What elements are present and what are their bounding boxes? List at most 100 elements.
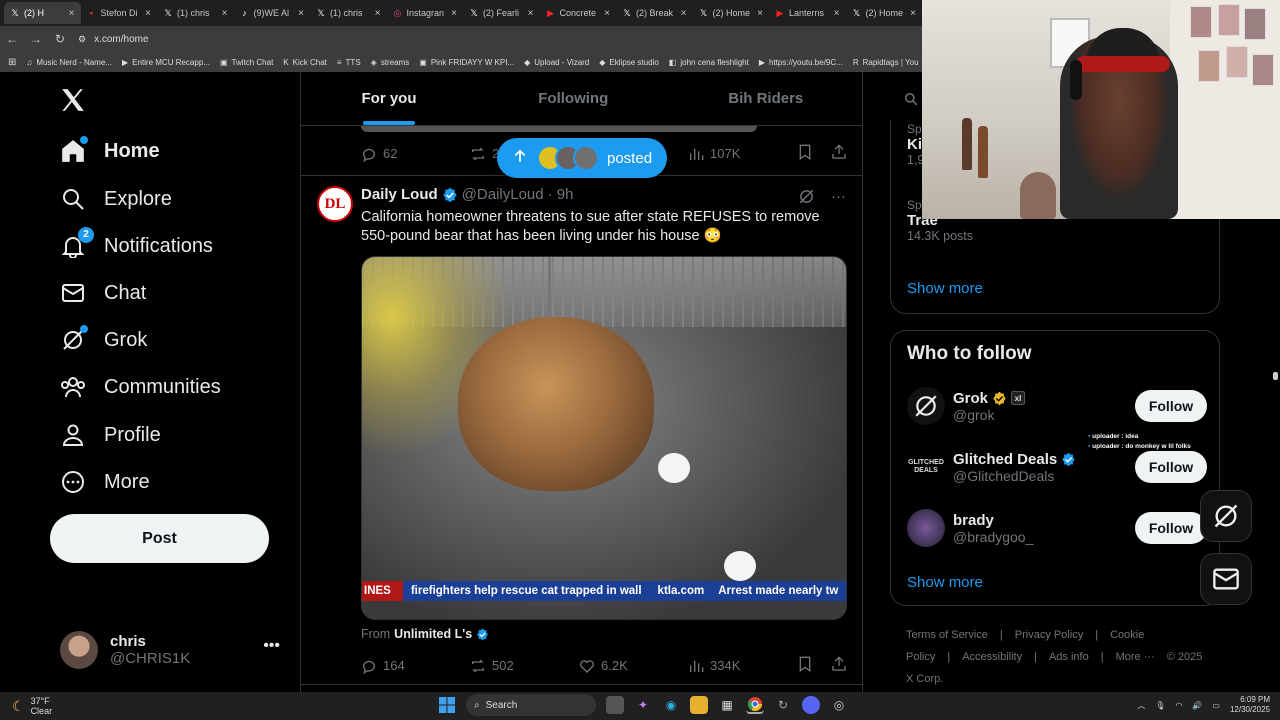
bookmark-item[interactable]: ≡ TTS [337,58,361,67]
file-explorer-icon[interactable] [690,696,708,714]
close-icon[interactable]: × [69,8,75,19]
account-switcher[interactable]: chris @CHRIS1K ••• [60,620,282,680]
close-icon[interactable]: × [604,8,610,19]
tab-bih-riders[interactable]: Bih Riders [670,72,863,125]
clock[interactable]: 6:09 PM 12/30/2025 [1230,695,1270,715]
close-icon[interactable]: × [451,8,457,19]
follow-button[interactable]: Follow [1135,390,1207,422]
share-icon[interactable] [831,656,847,675]
post-button[interactable]: Post [50,514,269,563]
repost-button[interactable]: 502 [470,658,579,674]
tab-for-you[interactable]: For you [301,72,477,125]
browser-tab[interactable]: ▪ Stefon Di × [81,2,158,24]
tweet-author-handle[interactable]: @DailyLoud [462,186,544,203]
edge-icon[interactable]: ◉ [662,696,680,714]
chrome-icon[interactable] [746,696,764,714]
nav-communities[interactable]: Communities [60,374,221,400]
tab-following[interactable]: Following [477,72,670,125]
more-dots-icon[interactable]: ••• [263,637,280,655]
volume-icon[interactable]: 🔊 [1192,701,1202,710]
tweet-time[interactable]: · 9h [548,186,574,203]
x-logo-icon[interactable] [60,87,86,121]
bookmark-item[interactable]: ▣ Twitch Chat [220,58,273,67]
bookmark-icon[interactable] [797,656,813,675]
reply-button[interactable]: 62 [361,146,470,162]
wifi-icon[interactable]: ◠ [1175,701,1182,710]
nav-profile[interactable]: Profile [60,422,161,448]
more-dots-icon[interactable]: ··· [831,188,846,209]
nav-chat[interactable]: Chat [60,280,146,306]
browser-tab[interactable]: 𝕏 (2) Home × [846,2,923,24]
follow-button[interactable]: Follow [1135,451,1207,483]
browser-tab[interactable]: 𝕏 (1) chris × [310,2,387,24]
obs-icon[interactable]: ◎ [830,696,848,714]
close-icon[interactable]: × [298,8,304,19]
close-icon[interactable]: × [681,8,687,19]
tweet-author-name[interactable]: Daily Loud [361,186,438,203]
browser-tab[interactable]: 𝕏 (1) chris × [157,2,234,24]
footer-link[interactable]: More ··· [1116,651,1155,663]
bookmark-item[interactable]: ▶ Entire MCU Recapp... [122,58,210,67]
browser-tab[interactable]: ♪ (9)WE Al × [234,2,311,24]
nav-notifications[interactable]: 2 Notifications [60,227,213,259]
nav-home[interactable]: Home [60,136,160,164]
browser-tab[interactable]: 𝕏 (2) Home × [693,2,770,24]
mic-icon[interactable]: 🎙 [1155,701,1165,710]
bookmark-item[interactable]: K Kick Chat [283,58,327,67]
weather-widget[interactable]: ☾ 37°F Clear [12,696,52,716]
site-settings-icon[interactable]: ⚙ [78,34,86,45]
bookmark-item[interactable]: ♫ Music Nerd - Name... [26,58,112,67]
nav-grok[interactable]: Grok [60,325,147,353]
store-icon[interactable]: ▦ [718,696,736,714]
footer-link[interactable]: Ads info [1049,651,1089,663]
tweet-video[interactable]: INES firefighters help rescue cat trappe… [361,256,847,620]
close-icon[interactable]: × [375,8,381,19]
scrollbar-thumb[interactable] [1273,372,1278,380]
bookmark-item[interactable]: ◆ Eklipse studio [599,58,659,67]
follow-button[interactable]: Follow [1135,512,1207,544]
browser-tab[interactable]: 𝕏 (2) H × [4,2,81,24]
taskbar-search[interactable]: ⌕ Search [466,694,596,716]
bookmark-item[interactable]: ◆ Upload - Vizard [524,58,589,67]
windows-start-icon[interactable] [438,696,456,714]
footer-link[interactable]: Accessibility [962,651,1022,663]
grok-float-button[interactable] [1200,490,1252,542]
close-icon[interactable]: × [834,8,840,19]
back-icon[interactable]: ← [6,32,18,46]
reload-icon[interactable]: ↻ [54,32,66,46]
show-more-link[interactable]: Show more [907,574,983,591]
close-icon[interactable]: × [222,8,228,19]
views-button[interactable]: 334K [688,658,797,674]
views-button[interactable]: 107K [688,146,797,162]
close-icon[interactable]: × [910,8,916,19]
avatar[interactable]: DL [317,186,353,222]
bookmark-item[interactable]: R Rapidtags | You [853,58,919,67]
search-icon[interactable] [904,92,918,109]
footer-link[interactable]: Privacy Policy [1015,629,1083,641]
bookmark-item[interactable]: ▶ https://youtu.be/9C... [759,58,843,67]
browser-tab[interactable]: ◎ Instagran × [387,2,464,24]
reply-button[interactable]: 164 [361,658,470,674]
url-field[interactable]: ⚙ x.com/home [78,34,149,45]
apps-icon[interactable]: ⊞ [8,57,16,68]
bookmark-icon[interactable] [797,144,813,163]
chevron-up-icon[interactable]: ︿ [1137,700,1145,711]
browser-tab[interactable]: ▶ Lanterns × [769,2,846,24]
messages-float-button[interactable] [1200,553,1252,605]
grok-icon[interactable] [798,188,815,209]
footer-link[interactable]: Terms of Service [906,629,988,641]
browser-tab[interactable]: 𝕏 (2) Fearli × [463,2,540,24]
close-icon[interactable]: × [145,8,151,19]
bookmark-item[interactable]: ◧ john cena fleshlight [669,58,749,67]
follow-suggestion[interactable]: brady @bradygoo_ Follow [907,503,1207,553]
copilot-icon[interactable]: ✦ [634,696,652,714]
battery-icon[interactable]: ▭ [1212,701,1220,710]
from-account[interactable]: Unlimited L's [394,627,472,641]
discord-icon[interactable] [802,696,820,714]
follow-suggestion[interactable]: Grok xI @grok Follow [907,381,1207,431]
task-view-icon[interactable] [606,696,624,714]
close-icon[interactable]: × [757,8,763,19]
app-icon[interactable]: ↻ [774,696,792,714]
browser-tab[interactable]: ▶ Concrete × [540,2,617,24]
new-posts-pill[interactable]: posted [497,138,667,178]
